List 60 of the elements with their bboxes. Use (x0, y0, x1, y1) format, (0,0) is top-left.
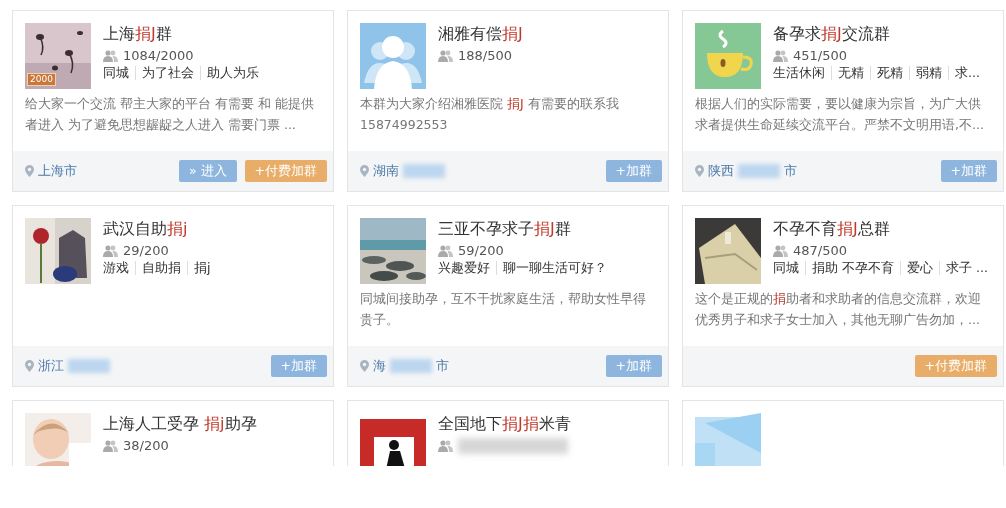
group-title[interactable]: 全国地下捐J捐米青 (438, 413, 571, 435)
tag: 兴趣爱好 (438, 261, 496, 275)
tag: 捐助 不孕不育 (805, 261, 900, 275)
members-icon (773, 49, 788, 62)
tag: 死精 (870, 66, 909, 80)
group-description: 给大家一个交流 帮主大家的平台 有需要 和 能提供者进入 为了避免思想龌龊之人进入 需要门票 ... (25, 96, 314, 132)
member-count: 188/500 (458, 48, 512, 63)
location-pin-icon (25, 360, 34, 372)
location: 上海市 (38, 162, 77, 180)
picture-badge: 2000 (27, 73, 56, 86)
group-title[interactable]: 三亚不孕求子捐J群 (438, 218, 613, 240)
members-icon (438, 49, 453, 62)
group-title[interactable]: 备孕求捐J交流群 (773, 23, 986, 45)
cup-icon (695, 23, 761, 89)
location: 湖南 (373, 162, 399, 180)
group-title[interactable]: 上海人工受孕 捐j助孕 (103, 413, 257, 435)
members-icon (438, 440, 453, 452)
group-title[interactable]: 不孕不育捐J总群 (773, 218, 991, 240)
tag: 为了社会 (135, 66, 200, 80)
tag: 弱精 (909, 66, 948, 80)
members-icon (773, 244, 788, 257)
tag: 求子 ... (939, 261, 994, 275)
location-suffix: 市 (784, 162, 797, 180)
tag: 同城 (773, 261, 805, 275)
location-pin-icon (360, 165, 369, 177)
tag: 无精 (831, 66, 870, 80)
location: 陕西 (708, 162, 734, 180)
group-description: 本群为大家介绍湘雅医院 捐J 有需要的联系我15874992553 (360, 96, 619, 132)
tag: 生活休闲 (773, 66, 831, 80)
location-pin-icon (25, 165, 34, 177)
tag: 捐j (187, 261, 217, 275)
tag: 爱心 (900, 261, 939, 275)
group-title[interactable]: 武汉自助捐j (103, 218, 217, 240)
member-count: 38/200 (123, 438, 169, 453)
location-pin-icon (695, 165, 704, 177)
tag: 自助捐 (135, 261, 187, 275)
members-icon (438, 244, 453, 257)
location: 浙江 (38, 357, 64, 375)
member-count: 29/200 (123, 243, 169, 258)
member-count: 1084/2000 (123, 48, 194, 63)
group-description: 根据人们的实际需要，要以健康为宗旨，为广大供求者提供生命延续交流平台。严禁不文明用语,不... (695, 96, 984, 132)
location-suffix: 市 (436, 357, 449, 375)
group-avatar-icon (360, 23, 426, 89)
group-description: 这个是正规的捐助者和求助者的信息交流群，欢迎优秀男子和求子女士加入，其他无聊广告勿加，... (695, 291, 981, 327)
members-icon (103, 49, 118, 62)
member-count: 487/500 (793, 243, 847, 258)
members-icon (103, 244, 118, 257)
tag: 同城 (103, 66, 135, 80)
group-title[interactable]: 上海捐J群 (103, 23, 265, 45)
location-pin-icon (360, 360, 369, 372)
tag: 求... (948, 66, 986, 80)
location: 海 (373, 357, 386, 375)
members-icon (103, 439, 118, 452)
tag: 聊一聊生活可好？ (496, 261, 613, 275)
member-count: 59/200 (458, 243, 504, 258)
member-count: 451/500 (793, 48, 847, 63)
group-description: 同城间接助孕，互不干扰家庭生活，帮助女性早得贵子。 (360, 291, 646, 327)
tag: 助人为乐 (200, 66, 265, 80)
tag: 游戏 (103, 261, 135, 275)
group-title[interactable]: 湘雅有偿捐J (438, 23, 523, 45)
